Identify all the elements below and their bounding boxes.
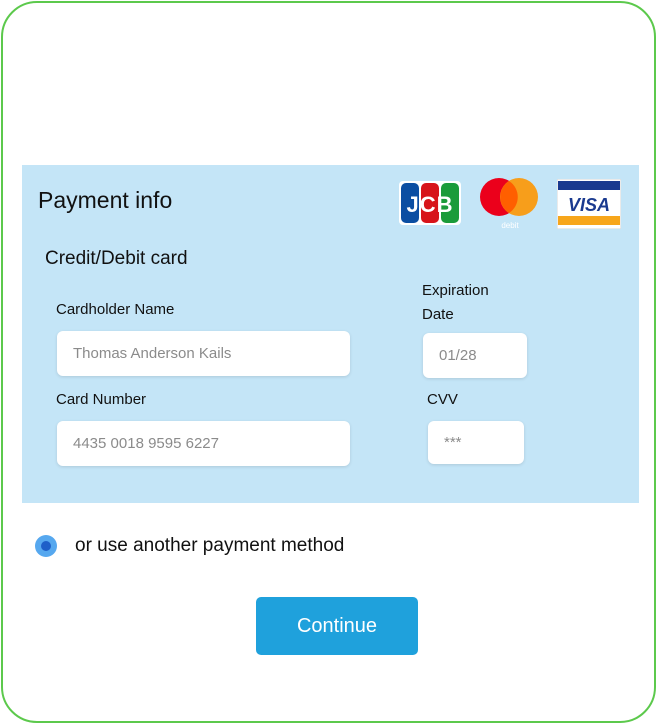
cvv-input[interactable]: [428, 421, 524, 464]
visa-logo: VISA: [557, 179, 621, 229]
card-number-input[interactable]: [57, 421, 350, 466]
expiration-date-input[interactable]: [423, 333, 527, 378]
credit-debit-card-heading: Credit/Debit card: [45, 248, 188, 269]
mastercard-debit-logo: debit: [480, 178, 538, 230]
jcb-logo: JCB: [399, 181, 461, 225]
visa-text: VISA: [568, 195, 610, 215]
expiration-label-line2: Date: [422, 306, 454, 323]
payment-info-panel: Payment info JCB debit VISA Credit/Debit…: [22, 165, 639, 503]
alt-payment-label[interactable]: or use another payment method: [75, 535, 344, 557]
card-number-label: Card Number: [56, 391, 147, 408]
expiration-date-label: Expiration Date: [422, 279, 489, 327]
cardholder-name-label: Cardholder Name: [56, 301, 175, 318]
continue-button[interactable]: Continue: [256, 597, 418, 655]
payment-info-title: Payment info: [38, 187, 173, 213]
jcb-text: JCB: [406, 192, 453, 217]
mastercard-debit-text: debit: [501, 221, 519, 230]
radio-selected-dot: [41, 541, 51, 551]
expiration-label-line1: Expiration: [422, 282, 489, 299]
alt-payment-radio[interactable]: [35, 535, 57, 557]
cardholder-name-input[interactable]: [57, 331, 350, 376]
alt-payment-option[interactable]: or use another payment method: [35, 533, 344, 559]
cvv-label: CVV: [427, 391, 458, 408]
